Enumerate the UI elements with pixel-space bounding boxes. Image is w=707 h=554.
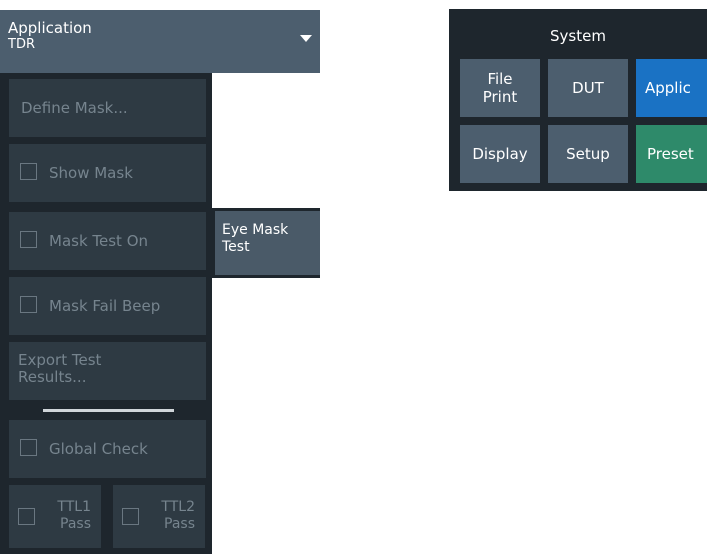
ttl1-label-line1: TTL1 xyxy=(57,499,91,515)
eye-mask-test-tab[interactable]: Eye Mask Test xyxy=(212,208,320,278)
ttl1-pass-toggle[interactable]: TTL1 Pass xyxy=(9,485,101,548)
mask-test-on-label: Mask Test On xyxy=(49,232,149,250)
checkbox-icon xyxy=(122,508,139,525)
application-button[interactable]: Applic xyxy=(636,59,707,117)
setup-button[interactable]: Setup xyxy=(548,125,628,183)
eye-tab-line1: Eye Mask xyxy=(222,222,289,238)
checkbox-icon xyxy=(20,163,37,180)
mask-fail-beep-toggle[interactable]: Mask Fail Beep xyxy=(9,277,206,335)
define-mask-label: Define Mask... xyxy=(21,99,128,117)
export-label-line2: Results... xyxy=(18,368,87,386)
ttl1-label-line2: Pass xyxy=(60,516,91,532)
eye-tab-line2: Test xyxy=(222,239,250,255)
checkbox-icon xyxy=(20,439,37,456)
system-title: System xyxy=(550,27,606,45)
preset-label: Preset xyxy=(647,145,694,163)
ttl1-pass-label: TTL1 Pass xyxy=(57,499,91,533)
file-print-line2: Print xyxy=(482,88,518,106)
show-mask-toggle[interactable]: Show Mask xyxy=(9,144,206,202)
display-label: Display xyxy=(472,145,528,163)
export-test-results-button[interactable]: Export Test Results... xyxy=(9,342,206,400)
system-panel: System File Print DUT Applic Display Set… xyxy=(449,9,707,191)
mask-test-on-toggle[interactable]: Mask Test On xyxy=(9,212,206,270)
application-button-label: Applic xyxy=(645,79,691,97)
mask-fail-beep-label: Mask Fail Beep xyxy=(49,297,161,315)
application-dropdown[interactable]: Application TDR xyxy=(0,10,320,73)
export-test-results-label: Export Test Results... xyxy=(18,352,101,386)
define-mask-button[interactable]: Define Mask... xyxy=(9,79,206,137)
file-print-button[interactable]: File Print xyxy=(460,59,540,117)
application-label: Application xyxy=(8,19,92,37)
ttl2-pass-label: TTL2 Pass xyxy=(161,499,195,533)
softkey-panel: Define Mask... Show Mask Mask Test On Ma… xyxy=(0,73,212,554)
eye-mask-test-tab-face: Eye Mask Test xyxy=(215,211,320,275)
screen: Application TDR Define Mask... Show Mask… xyxy=(0,0,707,554)
show-mask-label: Show Mask xyxy=(49,164,133,182)
dut-label: DUT xyxy=(572,79,604,97)
global-check-toggle[interactable]: Global Check xyxy=(9,420,206,478)
file-print-line1: File xyxy=(487,70,513,88)
caret-down-icon xyxy=(300,35,312,42)
file-print-label: File Print xyxy=(483,70,518,106)
checkbox-icon xyxy=(20,231,37,248)
checkbox-icon xyxy=(18,508,35,525)
ttl2-pass-toggle[interactable]: TTL2 Pass xyxy=(113,485,205,548)
checkbox-icon xyxy=(20,296,37,313)
ttl2-label-line2: Pass xyxy=(164,516,195,532)
export-label-line1: Export Test xyxy=(18,351,102,369)
setup-label: Setup xyxy=(566,145,610,163)
divider xyxy=(43,409,174,412)
application-value: TDR xyxy=(8,37,35,52)
global-check-label: Global Check xyxy=(49,440,148,458)
ttl2-label-line1: TTL2 xyxy=(161,499,195,515)
dut-button[interactable]: DUT xyxy=(548,59,628,117)
display-button[interactable]: Display xyxy=(460,125,540,183)
preset-button[interactable]: Preset xyxy=(636,125,707,183)
